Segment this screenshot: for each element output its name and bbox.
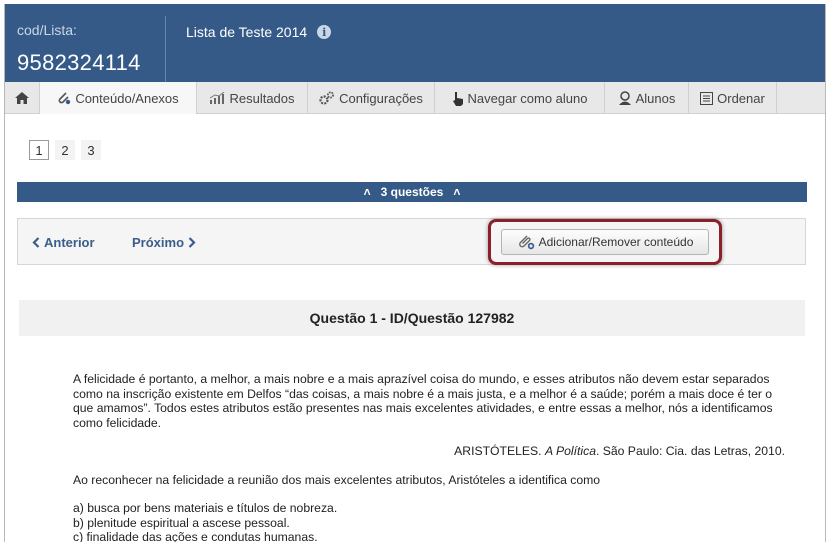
highlight-frame: Adicionar/Remover conteúdo bbox=[488, 219, 722, 265]
citation-author: ARISTÓTELES. bbox=[454, 444, 542, 458]
question-text: A felicidade é portanto, a melhor, a mai… bbox=[73, 372, 773, 430]
answer-options: a) busca por bens materiais e títulos de… bbox=[73, 501, 785, 542]
home-icon bbox=[15, 92, 29, 104]
questions-count: 3 questões bbox=[380, 185, 444, 199]
chart-icon bbox=[210, 92, 225, 104]
info-icon[interactable]: i bbox=[317, 25, 332, 39]
tab-resultados[interactable]: Resultados bbox=[196, 82, 307, 114]
chevron-right-icon bbox=[188, 236, 196, 248]
gears-icon bbox=[319, 91, 335, 105]
question-header: Questão 1 - ID/Questão 127982 bbox=[19, 300, 805, 336]
previous-label: Anterior bbox=[44, 234, 95, 250]
next-button[interactable]: Próximo bbox=[132, 231, 196, 253]
page-1[interactable]: 1 bbox=[29, 140, 49, 160]
tab-label: Navegar como aluno bbox=[467, 90, 588, 106]
tab-navegar-como-aluno[interactable]: Navegar como aluno bbox=[434, 82, 604, 114]
page-2[interactable]: 2 bbox=[55, 140, 75, 160]
question-prompt: Ao reconhecer na felicidade a reunião do… bbox=[73, 472, 601, 487]
chevron-left-icon bbox=[32, 236, 40, 248]
tab-label: Resultados bbox=[229, 90, 295, 106]
tab-alunos[interactable]: Alunos bbox=[604, 82, 688, 114]
page-3[interactable]: 3 bbox=[81, 140, 101, 160]
option-a: a) busca por bens materiais e títulos de… bbox=[73, 501, 338, 515]
add-remove-content-button[interactable]: Adicionar/Remover conteúdo bbox=[501, 229, 709, 255]
user-icon bbox=[618, 91, 631, 105]
questions-toggle-bar[interactable]: ˄ 3 questões ˄ bbox=[17, 182, 807, 202]
list-icon bbox=[700, 91, 714, 105]
double-chevron-up-icon: ˄ bbox=[453, 185, 461, 199]
citation: ARISTÓTELES. A Política. São Paulo: Cia.… bbox=[73, 444, 785, 459]
cod-label: cod/Lista: bbox=[17, 22, 77, 38]
list-title: Lista de Teste 2014 bbox=[186, 24, 308, 40]
tab-bar-filler bbox=[776, 82, 825, 114]
add-remove-content-label: Adicionar/Remover conteúdo bbox=[538, 235, 694, 249]
question-body: A felicidade é portanto, a melhor, a mai… bbox=[73, 372, 785, 542]
option-c: c) finalidade das ações e condutas human… bbox=[73, 530, 318, 542]
pagination: 1 2 3 bbox=[29, 140, 101, 160]
citation-rest: . São Paulo: Cia. das Letras, 2010. bbox=[595, 444, 785, 458]
cod-value: 9582324114 bbox=[17, 50, 141, 75]
option-b: b) plenitude espiritual a ascese pessoal… bbox=[73, 515, 290, 530]
tab-label: Configurações bbox=[339, 90, 423, 106]
question-nav-row: Anterior Próximo Adicionar/Remover conte… bbox=[17, 218, 806, 265]
previous-button[interactable]: Anterior bbox=[32, 231, 95, 253]
tab-configuracoes[interactable]: Configurações bbox=[307, 82, 434, 114]
list-title-group: Lista de Teste 2014 i bbox=[186, 24, 332, 40]
next-label: Próximo bbox=[132, 234, 185, 250]
tab-conteudo-anexos[interactable]: Conteúdo/Anexos bbox=[39, 82, 196, 114]
tab-label: Conteúdo/Anexos bbox=[75, 90, 179, 106]
pointer-icon bbox=[452, 91, 463, 106]
top-header: cod/Lista: 9582324114 Lista de Teste 201… bbox=[5, 4, 825, 82]
clip-add-icon bbox=[518, 235, 534, 250]
tab-bar: Conteúdo/Anexos Resultados Configurações… bbox=[5, 82, 825, 114]
header-divider bbox=[165, 16, 166, 82]
tab-label: Alunos bbox=[635, 90, 676, 106]
tab-label: Ordenar bbox=[717, 90, 765, 106]
clip-icon bbox=[58, 92, 71, 105]
citation-title: A Política bbox=[544, 444, 596, 458]
tab-ordenar[interactable]: Ordenar bbox=[688, 82, 776, 114]
tab-home[interactable] bbox=[5, 82, 39, 114]
app-frame: cod/Lista: 9582324114 Lista de Teste 201… bbox=[4, 4, 826, 542]
double-chevron-up-icon: ˄ bbox=[363, 185, 371, 199]
